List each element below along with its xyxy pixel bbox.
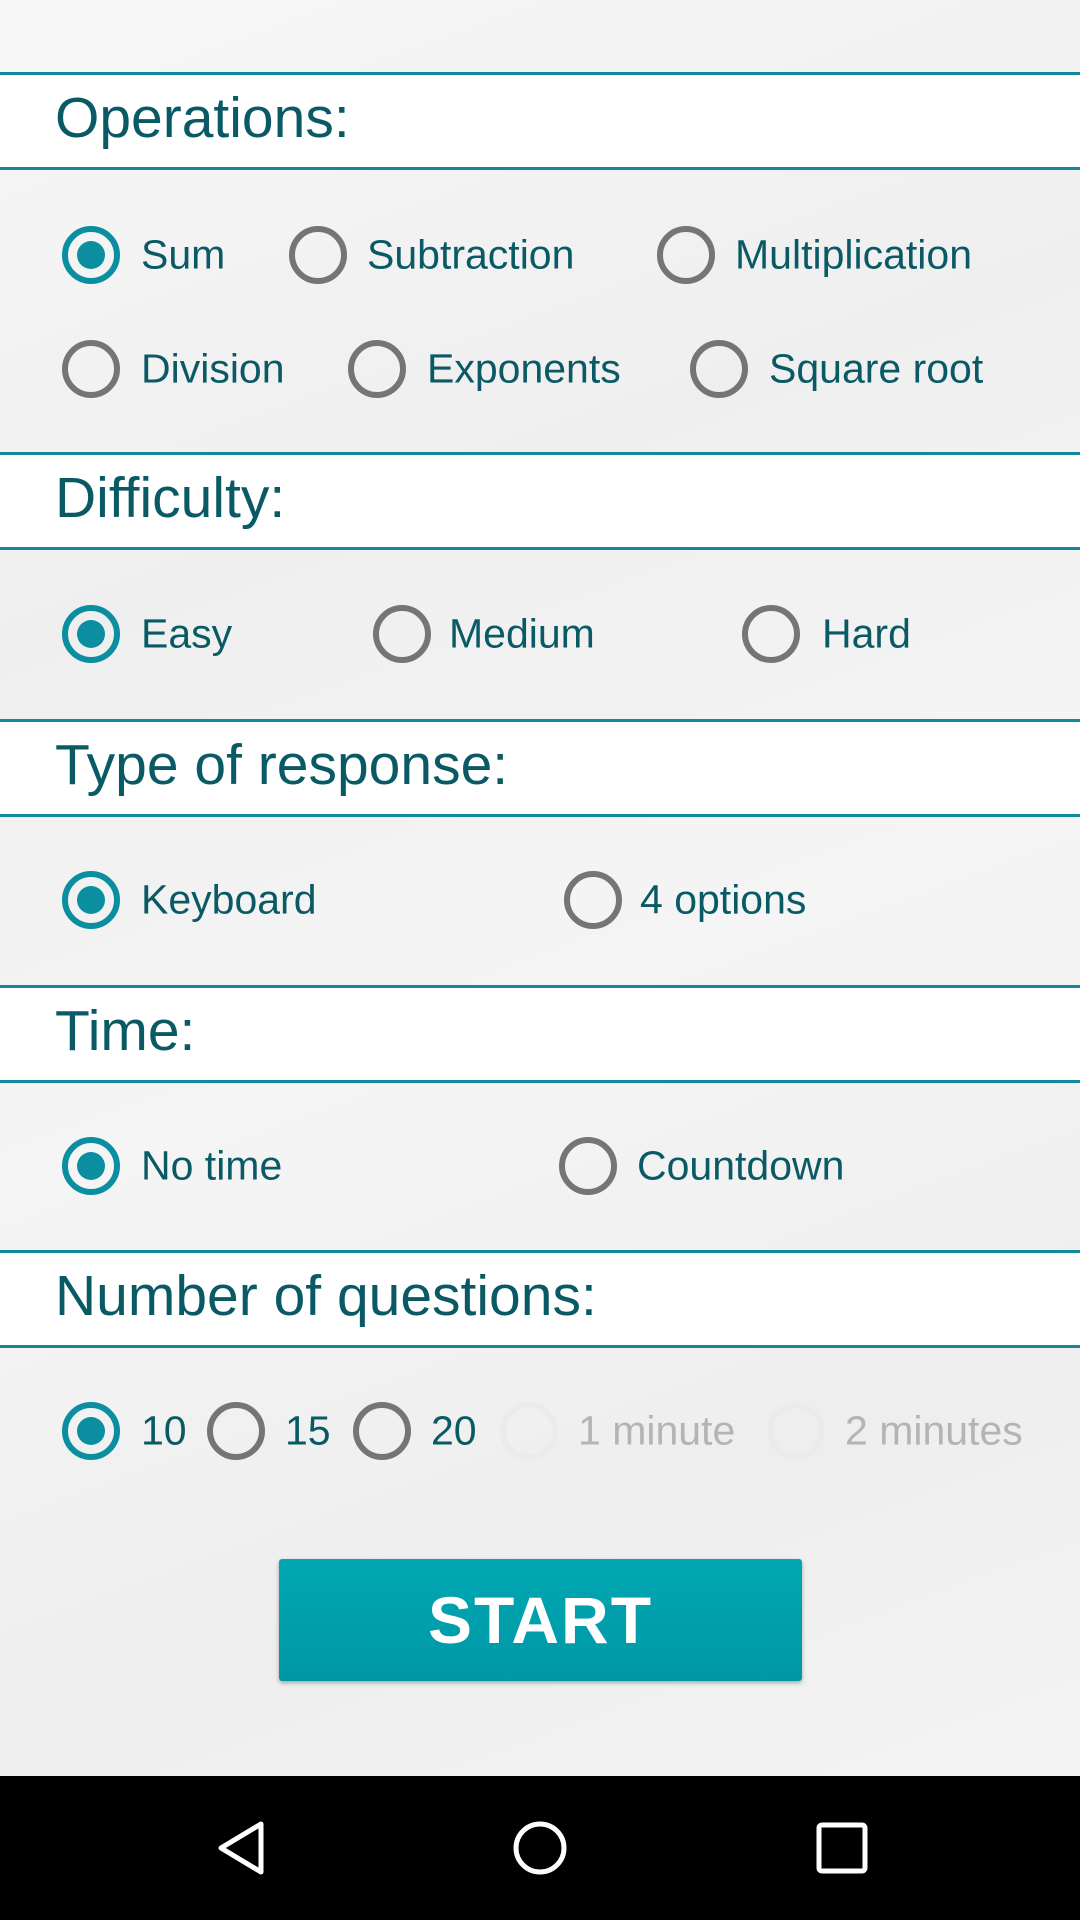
time-title: Time:: [55, 999, 196, 1063]
radio-sum[interactable]: [62, 226, 120, 284]
back-icon[interactable]: [213, 1820, 269, 1881]
label-multiplication[interactable]: Multiplication: [735, 232, 972, 279]
label-4-options[interactable]: 4 options: [640, 877, 806, 924]
radio-division[interactable]: [62, 340, 120, 398]
radio-no-time[interactable]: [62, 1137, 120, 1195]
label-hard[interactable]: Hard: [822, 611, 911, 658]
label-15[interactable]: 15: [285, 1408, 331, 1455]
navigation-bar: [0, 1776, 1080, 1920]
questions-header: Number of questions:: [0, 1250, 1080, 1348]
label-2-minutes: 2 minutes: [845, 1407, 1023, 1454]
label-medium[interactable]: Medium: [449, 611, 595, 658]
start-button[interactable]: START: [279, 1559, 802, 1681]
radio-10[interactable]: [62, 1402, 120, 1460]
radio-20[interactable]: [353, 1402, 411, 1460]
label-easy[interactable]: Easy: [141, 611, 232, 658]
radio-square-root[interactable]: [690, 340, 748, 398]
radio-subtraction[interactable]: [289, 226, 347, 284]
operations-header: Operations:: [0, 72, 1080, 170]
difficulty-title: Difficulty:: [55, 466, 286, 530]
radio-2-minutes: [767, 1402, 825, 1460]
radio-keyboard[interactable]: [62, 871, 120, 929]
label-subtraction[interactable]: Subtraction: [367, 232, 574, 279]
radio-multiplication[interactable]: [657, 226, 715, 284]
response-title: Type of response:: [55, 733, 509, 797]
label-20[interactable]: 20: [431, 1408, 477, 1455]
operations-title: Operations:: [55, 86, 350, 150]
label-countdown[interactable]: Countdown: [637, 1143, 844, 1190]
response-header: Type of response:: [0, 719, 1080, 817]
radio-medium[interactable]: [373, 605, 431, 663]
label-exponents[interactable]: Exponents: [427, 346, 621, 393]
radio-hard[interactable]: [742, 605, 800, 663]
radio-easy[interactable]: [62, 605, 120, 663]
label-sum[interactable]: Sum: [141, 232, 225, 279]
recents-icon[interactable]: [814, 1820, 870, 1881]
radio-1-minute: [500, 1402, 558, 1460]
difficulty-header: Difficulty:: [0, 452, 1080, 550]
label-1-minute: 1 minute: [578, 1407, 736, 1454]
radio-exponents[interactable]: [348, 340, 406, 398]
radio-countdown[interactable]: [559, 1137, 617, 1195]
label-keyboard[interactable]: Keyboard: [141, 877, 317, 924]
label-10[interactable]: 10: [141, 1408, 187, 1455]
label-division[interactable]: Division: [141, 346, 285, 393]
radio-4-options[interactable]: [564, 871, 622, 929]
questions-title: Number of questions:: [55, 1264, 597, 1328]
time-header: Time:: [0, 985, 1080, 1083]
radio-15[interactable]: [207, 1402, 265, 1460]
home-icon[interactable]: [512, 1820, 568, 1881]
label-square-root[interactable]: Square root: [769, 346, 983, 393]
label-no-time[interactable]: No time: [141, 1143, 282, 1190]
